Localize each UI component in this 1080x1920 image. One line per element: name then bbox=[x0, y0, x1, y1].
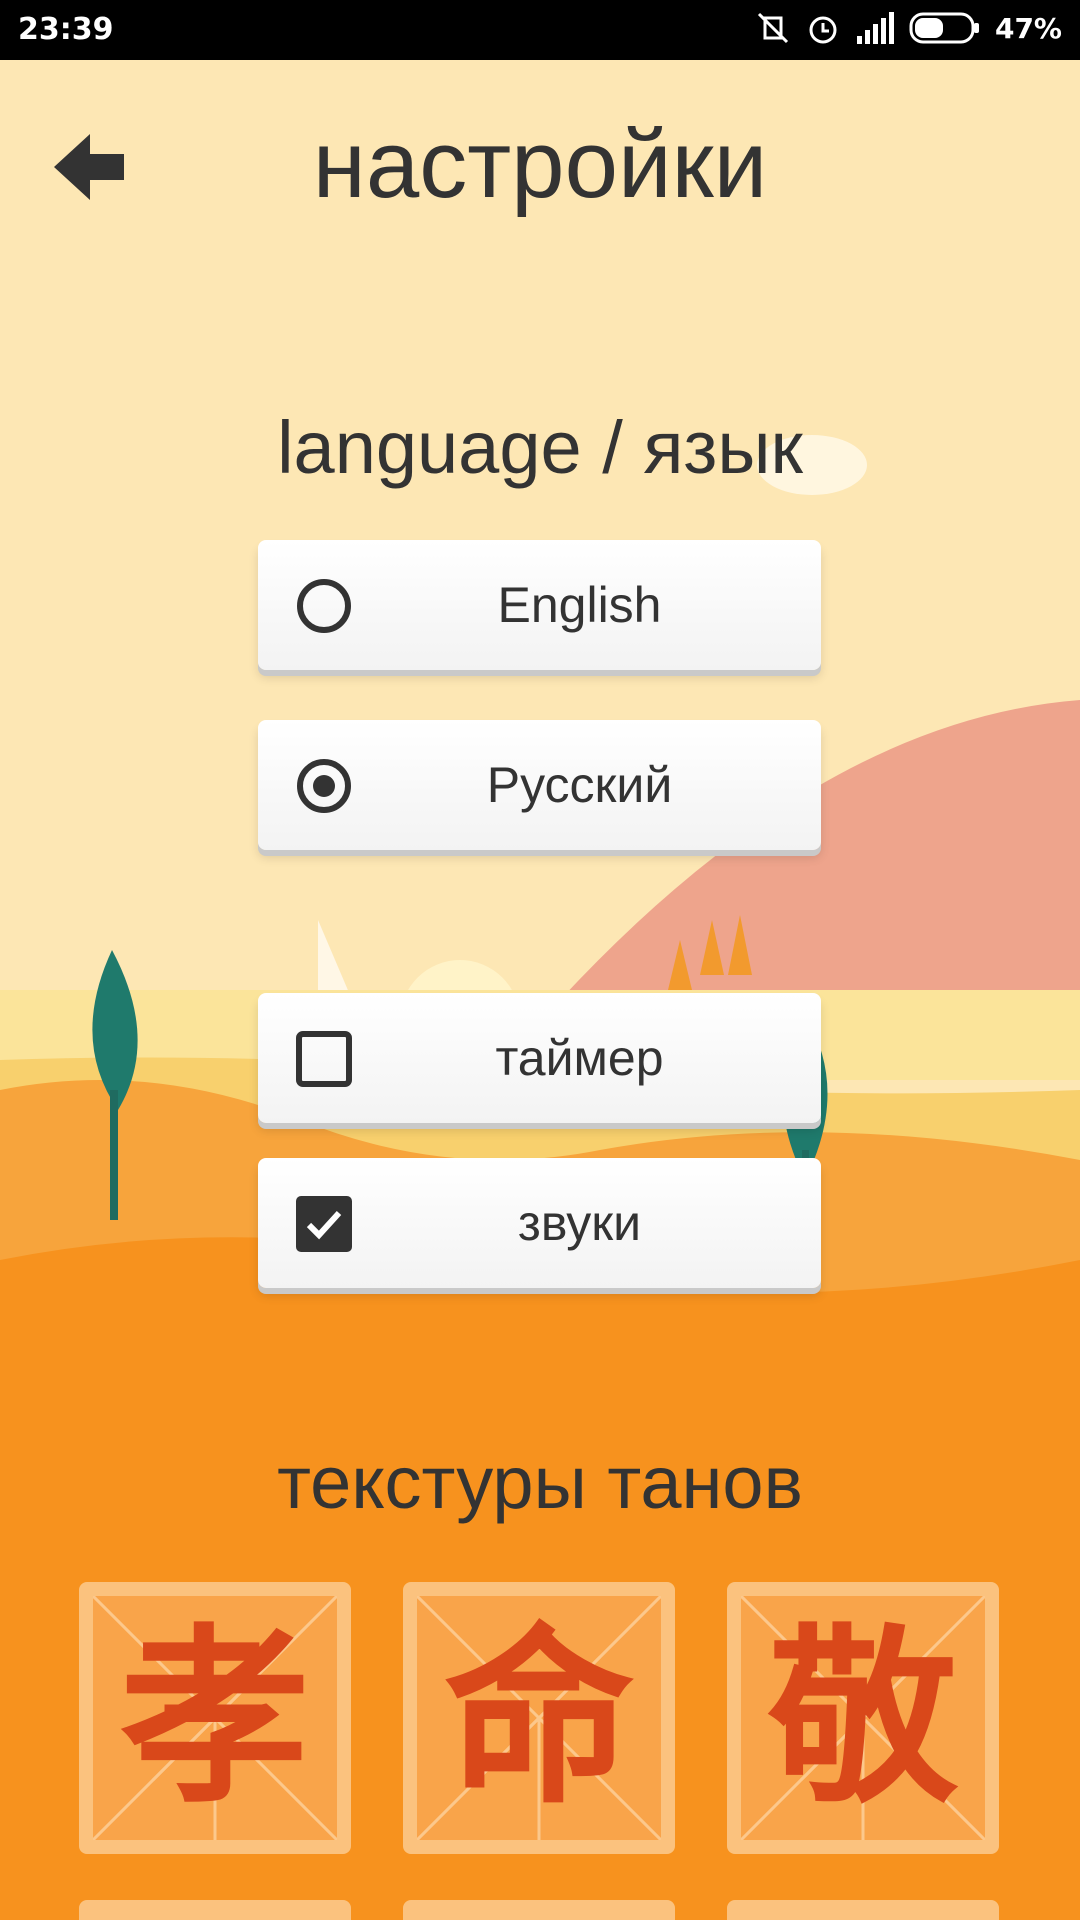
timer-toggle[interactable]: таймер bbox=[258, 993, 821, 1123]
battery-percent: 47% bbox=[994, 11, 1062, 45]
status-bar: 23:39 47% bbox=[0, 0, 1080, 60]
texture-tile-partial[interactable] bbox=[403, 1900, 675, 1920]
language-section-title: language / язык bbox=[277, 406, 803, 489]
texture-glyph: 敬 bbox=[767, 1606, 958, 1829]
battery-icon bbox=[909, 12, 979, 44]
checkbox-unchecked-icon bbox=[296, 1031, 352, 1087]
texture-tile[interactable]: 孝 bbox=[79, 1582, 351, 1854]
signal-icon bbox=[856, 12, 894, 44]
vibrate-off-icon bbox=[757, 12, 789, 44]
language-option-english[interactable]: English bbox=[258, 540, 821, 670]
textures-section-title: текстуры танов bbox=[277, 1441, 803, 1524]
language-option-russian[interactable]: Русский bbox=[258, 720, 821, 850]
status-time: 23:39 bbox=[18, 12, 114, 47]
settings-screen: 23:39 47% настройки language / язык Engl… bbox=[0, 0, 1080, 1920]
texture-glyph: 孝 bbox=[119, 1606, 310, 1829]
checkbox-checked-icon bbox=[296, 1196, 352, 1252]
texture-tile-partial[interactable] bbox=[727, 1900, 999, 1920]
language-option-label: English bbox=[497, 577, 662, 633]
texture-tile[interactable]: 敬 bbox=[727, 1582, 999, 1854]
radio-selected-icon bbox=[297, 759, 351, 813]
alarm-icon bbox=[809, 16, 837, 44]
texture-tile-partial[interactable] bbox=[79, 1900, 351, 1920]
texture-glyph: 命 bbox=[443, 1606, 634, 1829]
sounds-toggle-label: звуки bbox=[517, 1195, 642, 1251]
timer-toggle-label: таймер bbox=[495, 1030, 664, 1086]
sounds-toggle[interactable]: звуки bbox=[258, 1158, 821, 1288]
radio-unselected-icon bbox=[297, 579, 351, 633]
language-option-label: Русский bbox=[486, 757, 673, 813]
page-title: настройки bbox=[312, 111, 768, 218]
texture-tile[interactable]: 命 bbox=[403, 1582, 675, 1854]
